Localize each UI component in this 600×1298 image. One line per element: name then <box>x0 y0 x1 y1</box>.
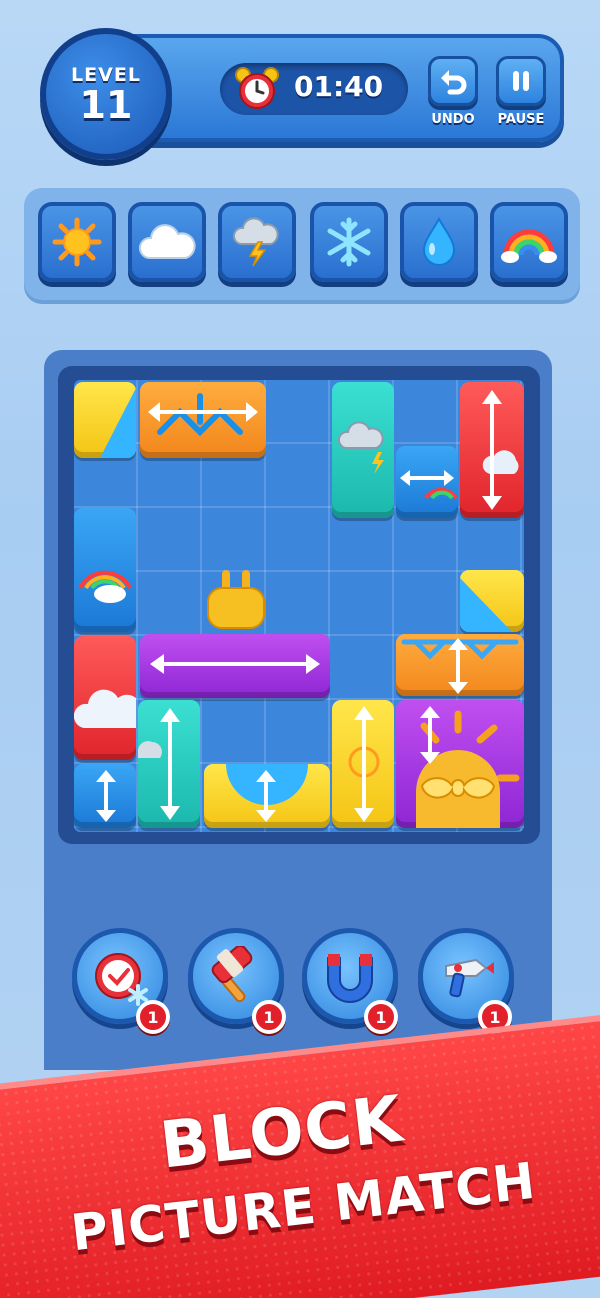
yellow-vertical-sun-block[interactable] <box>332 700 394 828</box>
timer-text: 01:40 <box>294 70 384 103</box>
blaster-gun-icon <box>445 958 494 998</box>
thunderstorm-icon <box>232 217 279 267</box>
level-number: 11 <box>79 83 133 127</box>
undo-icon <box>441 70 467 95</box>
sun-icon <box>52 217 102 267</box>
cloud-icon <box>139 224 196 259</box>
pause-button[interactable] <box>496 56 546 106</box>
target-slot-snowflake <box>310 202 388 282</box>
target-slot-thunderstorm <box>218 202 296 282</box>
orange-block-snowflake-piece[interactable] <box>396 634 524 696</box>
magnet-icon <box>327 954 373 1003</box>
undo-button[interactable] <box>428 56 478 106</box>
red-vertical-block[interactable] <box>460 382 524 518</box>
yellow-block-drop-half-piece[interactable] <box>204 764 330 828</box>
yellow-block-drop-corner-piece[interactable] <box>460 570 524 632</box>
pause-label: PAUSE <box>497 112 545 127</box>
target-slot-cloud <box>128 202 206 282</box>
yellow-block-drop-piece[interactable] <box>74 382 136 458</box>
booster-count-badge: 1 <box>364 1000 398 1034</box>
purple-block-sun-mask-piece[interactable] <box>396 700 524 828</box>
undo-label: UNDO <box>431 112 475 127</box>
alarm-clock-snowflake-icon <box>95 953 148 1006</box>
target-slot-rainbow <box>490 202 568 282</box>
booster-count-badge: 1 <box>252 1000 286 1034</box>
hammer-icon <box>211 946 253 1003</box>
plug-key-piece[interactable] <box>200 570 272 640</box>
orange-horizontal-block[interactable] <box>140 382 266 458</box>
level-badge: LEVEL 11 <box>40 28 172 160</box>
blue-small-vertical-block[interactable] <box>74 764 136 828</box>
booster-count-badge: 1 <box>136 1000 170 1034</box>
snowflake-icon <box>327 217 371 267</box>
teal-block-thunderstorm-piece[interactable] <box>332 382 394 518</box>
blue-block-rainbow-piece[interactable] <box>396 446 458 518</box>
purple-horizontal-block[interactable] <box>140 634 330 698</box>
rainbow-icon <box>501 229 557 263</box>
water-drop-icon <box>422 216 456 266</box>
target-slot-sun <box>38 202 116 282</box>
blue-block-rainbow-cloud-piece[interactable] <box>74 508 136 632</box>
puzzle-board <box>74 380 524 832</box>
target-slot-water-drop <box>400 202 478 282</box>
teal-vertical-block[interactable] <box>138 700 200 828</box>
alarm-clock-icon <box>234 66 280 116</box>
red-block-cloud-piece[interactable] <box>74 636 136 760</box>
pause-icon <box>513 71 529 91</box>
